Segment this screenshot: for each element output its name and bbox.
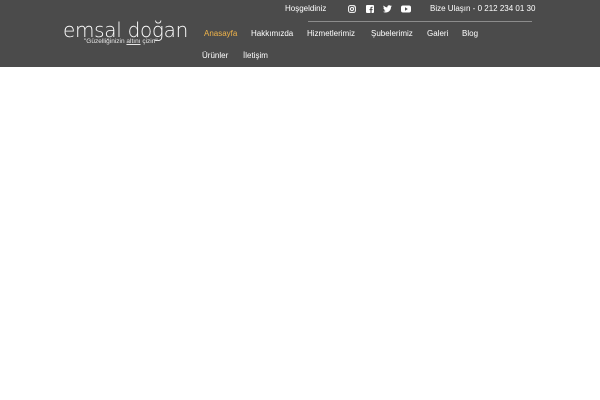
nav-item-urunler[interactable]: Ürünler — [202, 51, 228, 61]
logo-tagline: "Güzelliğinizin altını çizin" — [84, 38, 158, 46]
instagram-icon[interactable] — [346, 3, 357, 14]
nav-item-subelerimiz[interactable]: Şubelerimiz — [371, 29, 413, 39]
page-content — [0, 67, 600, 400]
contact-phone[interactable]: Bize Ulaşın - 0 212 234 01 30 — [430, 4, 535, 14]
nav-item-iletisim[interactable]: İletişim — [243, 51, 268, 61]
youtube-icon[interactable] — [400, 3, 411, 14]
logo[interactable]: emsal doğan "Güzelliğinizin altını çizin… — [63, 18, 188, 50]
logo-tagline-start: "Güzelliğinizin — [84, 38, 127, 45]
nav-item-hizmetlerimiz[interactable]: Hizmetlerimiz — [307, 29, 355, 39]
topbar-divider — [308, 21, 532, 22]
nav-item-anasayfa[interactable]: Anasayfa — [204, 29, 237, 39]
site-header: emsal doğan "Güzelliğinizin altını çizin… — [0, 0, 600, 67]
logo-tagline-highlight: altını — [126, 38, 141, 45]
nav-item-galeri[interactable]: Galeri — [427, 29, 448, 39]
nav-item-blog[interactable]: Blog — [462, 29, 478, 39]
welcome-text: Hoşgeldiniz — [285, 4, 327, 13]
logo-tagline-end: çizin" — [140, 38, 158, 45]
twitter-icon[interactable] — [382, 3, 393, 14]
facebook-icon[interactable] — [364, 3, 375, 14]
nav-item-hakkimizda[interactable]: Hakkımızda — [251, 29, 293, 39]
